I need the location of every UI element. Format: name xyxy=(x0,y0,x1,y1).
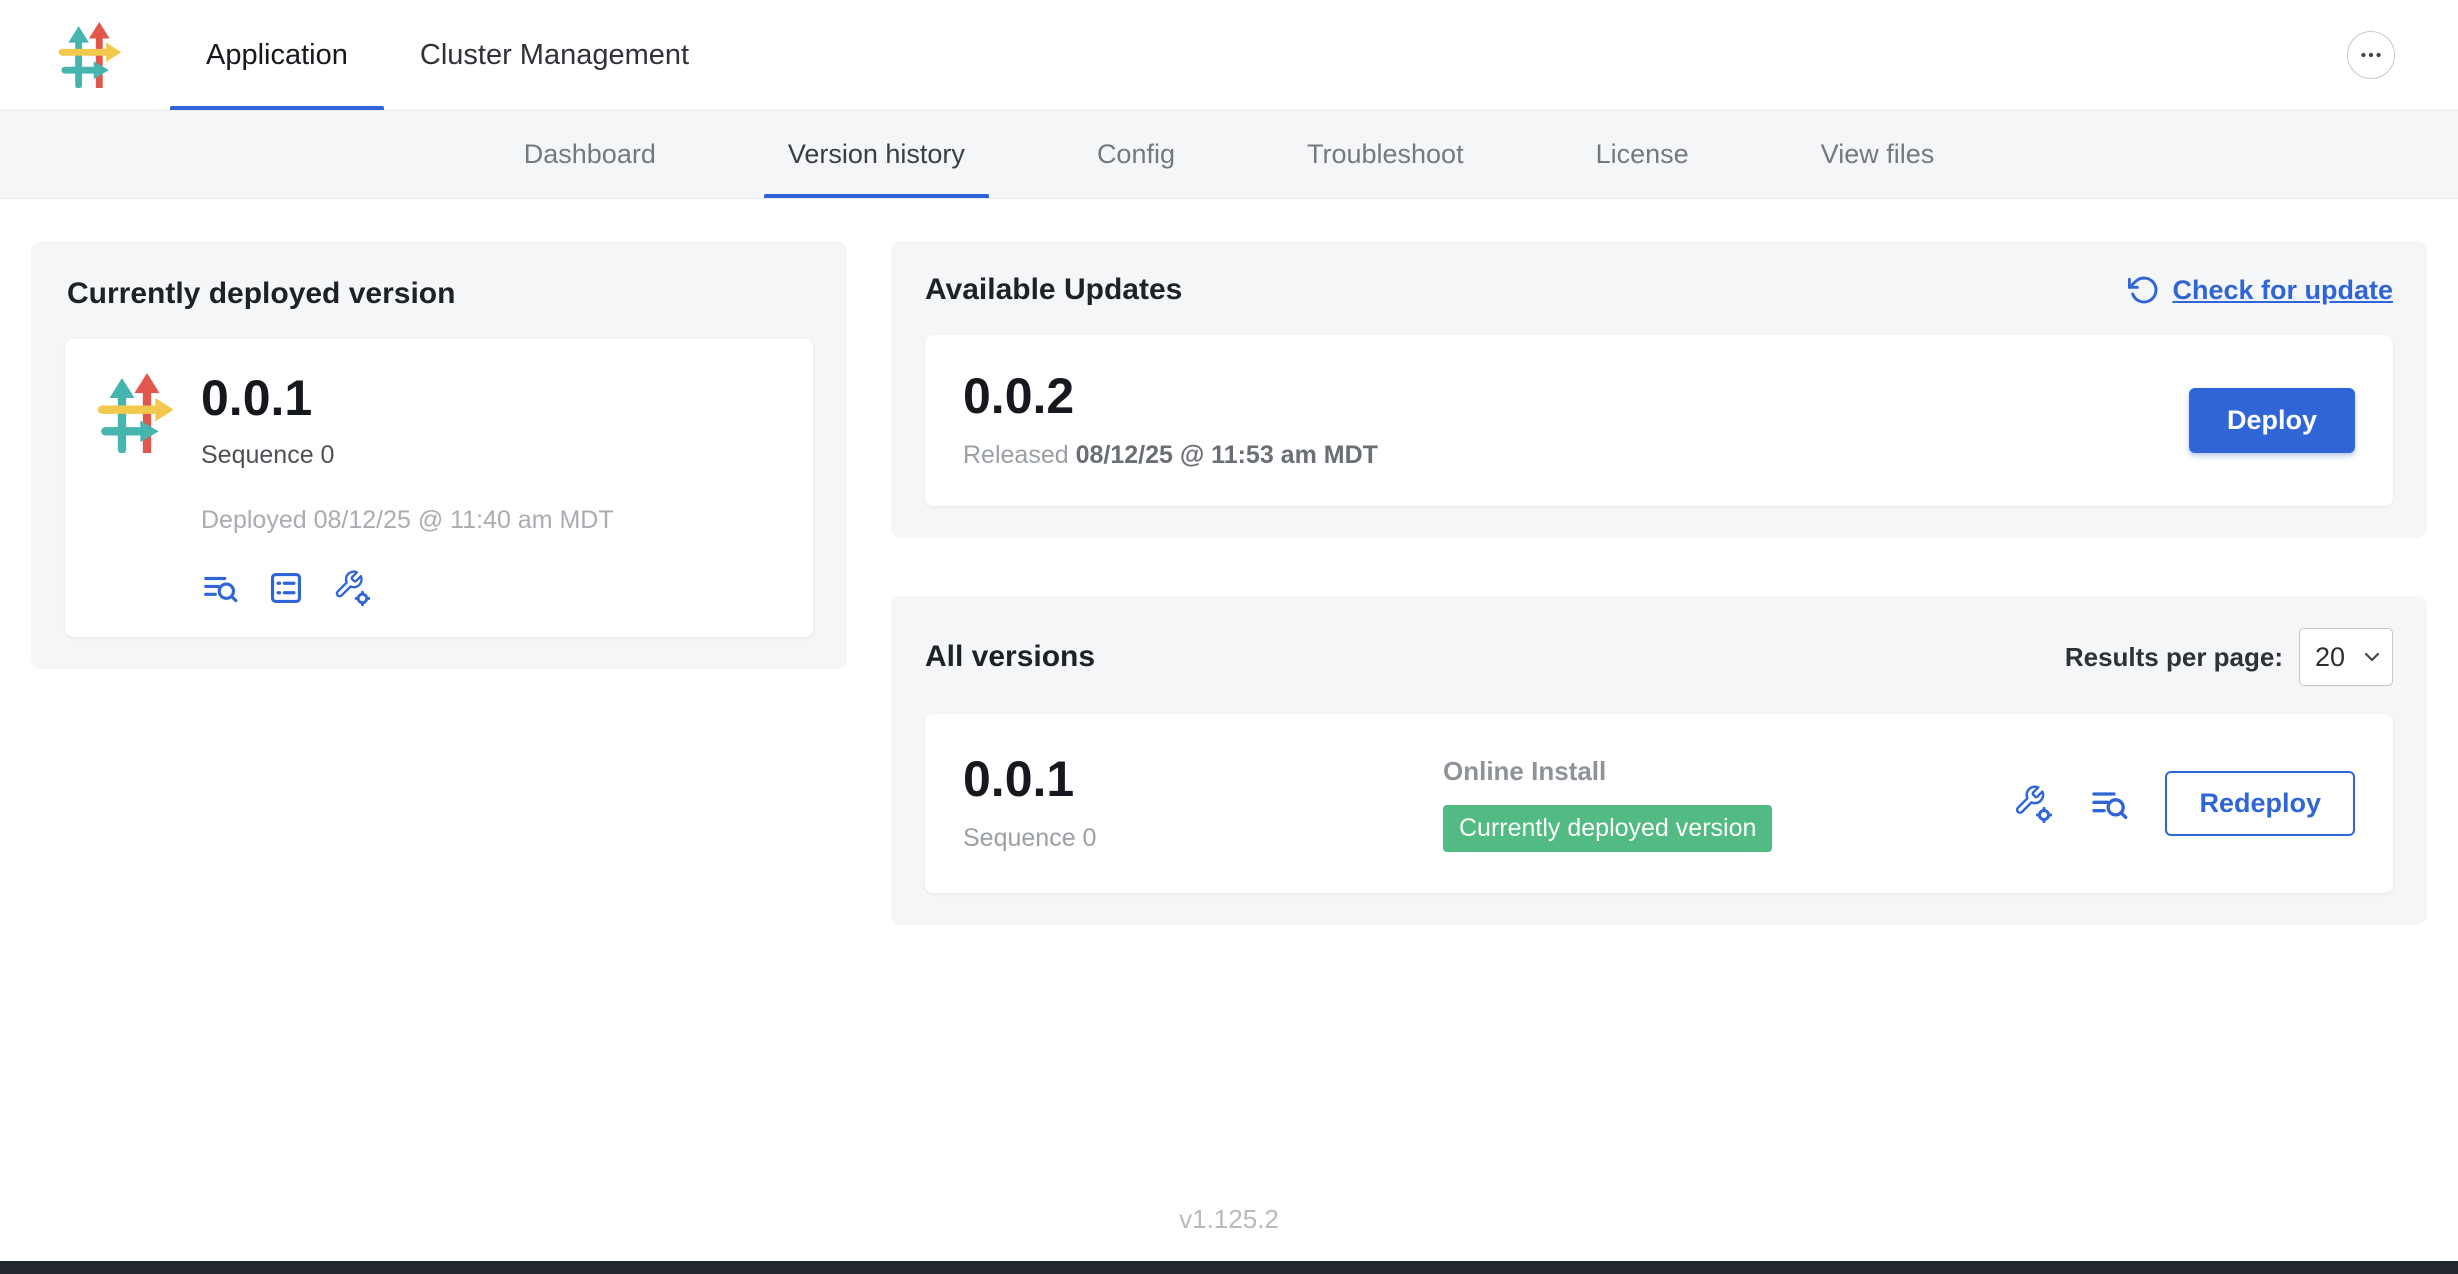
version-diff-icon[interactable] xyxy=(201,569,239,607)
bottom-strip xyxy=(0,1261,2458,1274)
primary-nav: Application Cluster Management xyxy=(170,0,725,110)
admin-console: Application Cluster Management Dashboard… xyxy=(0,0,2458,1274)
check-for-update-link[interactable]: Check for update xyxy=(2128,274,2393,306)
results-per-page-label: Results per page: xyxy=(2065,642,2283,673)
page-size-select[interactable]: 20 xyxy=(2299,628,2393,686)
ellipsis-icon xyxy=(2358,42,2384,68)
deployed-sequence: Sequence 0 xyxy=(201,441,614,470)
version-row-details: 0.0.1 Sequence 0 xyxy=(963,754,1443,853)
currently-deployed-title: Currently deployed version xyxy=(67,277,813,311)
version-row: 0.0.1 Sequence 0 Online Install Currentl… xyxy=(925,714,2393,893)
row-version-number: 0.0.1 xyxy=(963,754,1443,804)
edit-config-icon[interactable] xyxy=(333,569,371,607)
released-date: 08/12/25 @ 11:53 am MDT xyxy=(1076,441,1378,469)
deployed-timestamp: Deployed 08/12/25 @ 11:40 am MDT xyxy=(201,506,614,535)
tab-dashboard[interactable]: Dashboard xyxy=(500,111,680,198)
available-updates-header: Available Updates Check for update xyxy=(925,273,2393,307)
available-update-card: 0.0.2 Released 08/12/25 @ 11:53 am MDT D… xyxy=(925,335,2393,506)
version-row-status: Online Install Currently deployed versio… xyxy=(1443,756,2013,852)
deploy-button[interactable]: Deploy xyxy=(2189,388,2355,453)
status-badge: Currently deployed version xyxy=(1443,805,1772,852)
tab-license-label: License xyxy=(1596,139,1689,170)
all-versions-title: All versions xyxy=(925,640,1095,674)
version-diff-icon[interactable] xyxy=(2089,784,2129,824)
tab-troubleshoot[interactable]: Troubleshoot xyxy=(1283,111,1488,198)
update-version-number: 0.0.2 xyxy=(963,371,1378,421)
app-logo-icon xyxy=(97,373,177,607)
tab-view-files[interactable]: View files xyxy=(1797,111,1959,198)
nav-cluster-management[interactable]: Cluster Management xyxy=(384,0,725,110)
tab-config-label: Config xyxy=(1097,139,1175,170)
currently-deployed-panel: Currently deployed version xyxy=(31,241,847,669)
main-content: Currently deployed version xyxy=(0,199,2458,925)
app-tabs-bar: Dashboard Version history Config Trouble… xyxy=(0,111,2458,199)
install-type-label: Online Install xyxy=(1443,756,2013,787)
overflow-menu-button[interactable] xyxy=(2347,31,2395,79)
tab-version-history[interactable]: Version history xyxy=(764,111,989,198)
update-released-line: Released 08/12/25 @ 11:53 am MDT xyxy=(963,441,1378,470)
tab-troubleshoot-label: Troubleshoot xyxy=(1307,139,1464,170)
deployed-actions xyxy=(201,569,614,607)
refresh-icon xyxy=(2128,274,2160,306)
version-row-actions: Redeploy xyxy=(2013,771,2355,836)
tab-license[interactable]: License xyxy=(1572,111,1713,198)
check-for-update-label: Check for update xyxy=(2172,275,2393,306)
all-versions-header: All versions Results per page: 20 xyxy=(925,628,2393,686)
deployed-version-card: 0.0.1 Sequence 0 Deployed 08/12/25 @ 11:… xyxy=(65,339,813,637)
available-updates-panel: Available Updates Check for update 0.0.2… xyxy=(891,241,2427,538)
app-logo-icon xyxy=(58,0,124,110)
deployed-version-number: 0.0.1 xyxy=(201,373,614,423)
tab-version-history-label: Version history xyxy=(788,139,965,170)
update-details: 0.0.2 Released 08/12/25 @ 11:53 am MDT xyxy=(963,371,1378,470)
tab-view-files-label: View files xyxy=(1821,139,1935,170)
nav-application[interactable]: Application xyxy=(170,0,384,110)
nav-cluster-management-label: Cluster Management xyxy=(420,39,689,72)
results-per-page: Results per page: 20 xyxy=(2065,628,2393,686)
right-column: Available Updates Check for update 0.0.2… xyxy=(891,241,2427,925)
console-version: v1.125.2 xyxy=(1179,1204,1279,1234)
page-size-select-wrap: 20 xyxy=(2299,628,2393,686)
top-navbar: Application Cluster Management xyxy=(0,0,2458,111)
console-footer: v1.125.2 xyxy=(0,1204,2458,1261)
released-prefix: Released xyxy=(963,441,1069,469)
all-versions-panel: All versions Results per page: 20 xyxy=(891,596,2427,925)
tab-dashboard-label: Dashboard xyxy=(524,139,656,170)
redeploy-button[interactable]: Redeploy xyxy=(2165,771,2355,836)
edit-config-icon[interactable] xyxy=(2013,784,2053,824)
deployed-version-details: 0.0.1 Sequence 0 Deployed 08/12/25 @ 11:… xyxy=(201,373,614,607)
available-updates-title: Available Updates xyxy=(925,273,1182,307)
tab-config[interactable]: Config xyxy=(1073,111,1199,198)
release-notes-icon[interactable] xyxy=(267,569,305,607)
nav-application-label: Application xyxy=(206,39,348,72)
row-sequence: Sequence 0 xyxy=(963,824,1443,853)
